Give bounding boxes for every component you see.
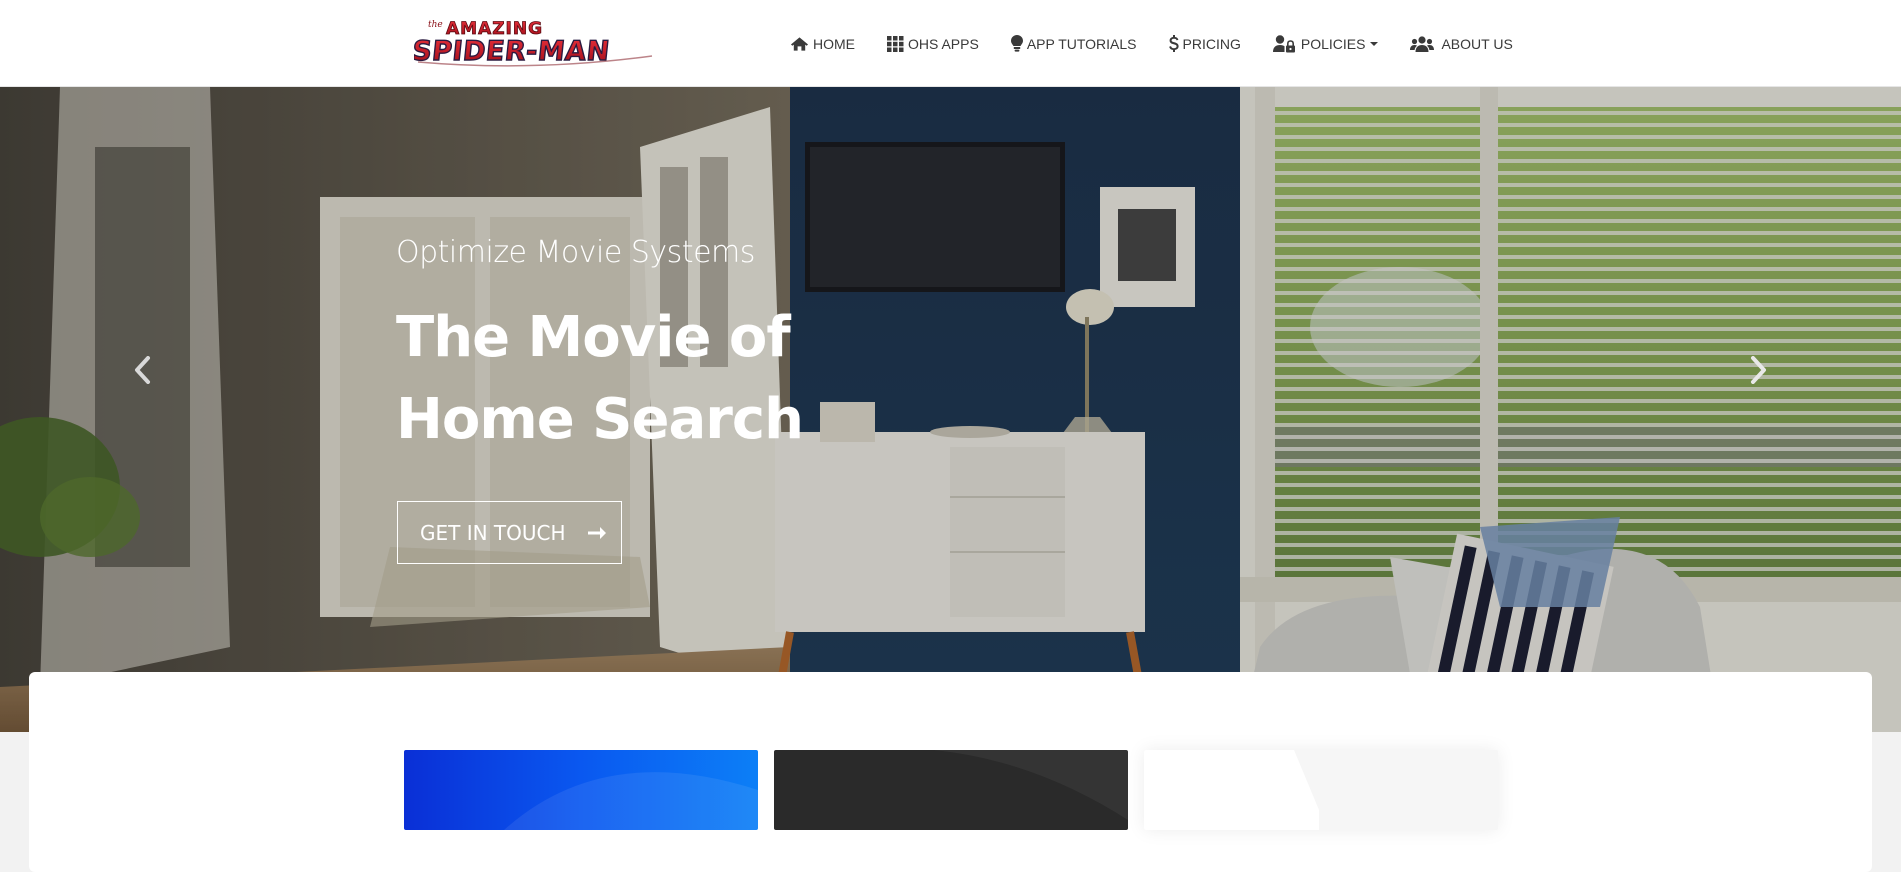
feature-card-blue[interactable] [404, 750, 758, 830]
home-icon [790, 36, 809, 51]
get-in-touch-button[interactable]: GET IN TOUCH [397, 501, 622, 564]
nav-label: POLICIES [1300, 35, 1366, 52]
nav-label: OHS APPS [908, 35, 979, 52]
carousel-next-button[interactable] [1741, 345, 1777, 395]
get-in-touch-label: GET IN TOUCH [420, 520, 566, 545]
nav-label: PRICING [1182, 35, 1241, 52]
hero-carousel: Optimize Movie Systems The Movie of Home… [0, 87, 1901, 732]
feature-card-dark[interactable] [774, 750, 1128, 830]
users-icon [1410, 35, 1435, 52]
nav-item-pricing[interactable]: PRICING [1168, 0, 1241, 87]
hero-subtitle: Optimize Movie Systems [396, 235, 755, 270]
feature-card-light[interactable] [1144, 750, 1498, 830]
nav-label: ABOUT US [1441, 35, 1513, 52]
nav-item-about-us[interactable]: ABOUT US [1410, 0, 1513, 87]
top-navbar: the AMAZING SPIDER-MAN HOME OHS APPS APP… [0, 0, 1901, 87]
nav-label: APP TUTORIALS [1026, 35, 1137, 52]
feature-card-decoration [1144, 750, 1319, 830]
svg-text:SPIDER-MAN: SPIDER-MAN [414, 36, 611, 67]
nav-item-ohs-apps[interactable]: OHS APPS [887, 0, 979, 87]
nav-item-home[interactable]: HOME [790, 0, 855, 87]
feature-card-decoration [504, 772, 758, 830]
arrow-right-icon [587, 521, 606, 545]
hero-text-block: Optimize Movie Systems The Movie of Home… [396, 235, 956, 461]
nav-label: HOME [813, 35, 855, 52]
grid-icon [887, 35, 904, 52]
user-lock-icon [1272, 34, 1295, 52]
carousel-prev-button[interactable] [124, 345, 160, 395]
svg-text:the: the [428, 20, 443, 30]
chevron-left-icon [135, 356, 150, 384]
feature-card-decoration [774, 750, 1128, 820]
spiderman-logo-icon: the AMAZING SPIDER-MAN [410, 19, 653, 68]
chevron-down-icon [1370, 41, 1379, 46]
brand-logo[interactable]: the AMAZING SPIDER-MAN [410, 16, 658, 68]
dollar-icon [1168, 34, 1179, 52]
lightbulb-icon [1010, 35, 1023, 52]
nav-item-policies[interactable]: POLICIES [1272, 0, 1379, 87]
hero-title: The Movie of Home Search [396, 305, 804, 452]
chevron-right-icon [1751, 356, 1766, 384]
main-nav: HOME OHS APPS APP TUTORIALS PRICING POLI… [790, 0, 1545, 87]
nav-item-app-tutorials[interactable]: APP TUTORIALS [1010, 0, 1137, 87]
